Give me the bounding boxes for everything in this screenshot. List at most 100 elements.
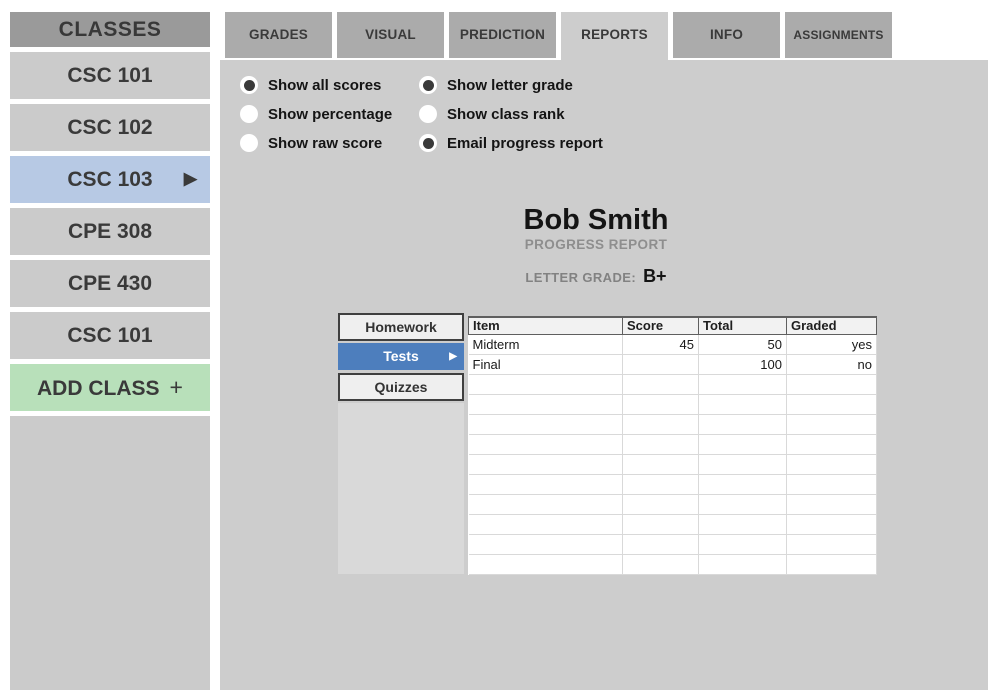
cell-score xyxy=(623,394,699,414)
radio-show-percentage[interactable]: Show percentage xyxy=(240,105,392,123)
radio-button-icon[interactable] xyxy=(240,76,258,94)
report-header: Bob Smith PROGRESS REPORT LETTER GRADE: … xyxy=(220,204,972,287)
radio-label: Show letter grade xyxy=(447,77,573,94)
category-tab-quizzes[interactable]: Quizzes xyxy=(338,373,464,401)
letter-grade-line: LETTER GRADE: B+ xyxy=(220,266,972,287)
cell-graded: yes xyxy=(787,334,877,354)
cell-graded xyxy=(787,494,877,514)
cell-item: Midterm xyxy=(469,334,623,354)
radio-show-all-scores[interactable]: Show all scores xyxy=(240,76,392,94)
tab-visual[interactable]: VISUAL xyxy=(337,12,444,58)
column-header-graded: Graded xyxy=(787,317,877,334)
cell-item xyxy=(469,534,623,554)
sidebar-empty-area xyxy=(10,416,210,690)
class-label: CPE 430 xyxy=(68,272,152,295)
class-label: CSC 101 xyxy=(67,324,152,347)
radio-show-class-rank[interactable]: Show class rank xyxy=(419,105,603,123)
cell-item xyxy=(469,514,623,534)
classes-sidebar: CLASSES CSC 101 CSC 102 CSC 103 ▶ CPE 30… xyxy=(10,12,210,690)
table-row: Midterm 45 50 yes xyxy=(469,334,877,354)
table-row: Final 100 no xyxy=(469,354,877,374)
class-label: CSC 102 xyxy=(67,116,152,139)
cell-total xyxy=(699,534,787,554)
cell-graded xyxy=(787,414,877,434)
cell-score xyxy=(623,454,699,474)
score-options-column: Show all scores Show percentage Show raw… xyxy=(240,76,392,163)
table-row xyxy=(469,494,877,514)
radio-button-icon[interactable] xyxy=(419,105,437,123)
table-row xyxy=(469,554,877,574)
sidebar-item-cpe-430[interactable]: CPE 430 xyxy=(10,260,210,307)
letter-grade-label: LETTER GRADE: xyxy=(525,270,636,285)
tab-info[interactable]: INFO xyxy=(673,12,780,58)
cell-item xyxy=(469,374,623,394)
classes-header: CLASSES xyxy=(10,12,210,47)
table-row xyxy=(469,394,877,414)
cell-total xyxy=(699,474,787,494)
sidebar-item-csc-102[interactable]: CSC 102 xyxy=(10,104,210,151)
radio-email-progress-report[interactable]: Email progress report xyxy=(419,134,603,152)
selected-class-arrow-icon: ▶ xyxy=(184,156,197,203)
radio-label: Show percentage xyxy=(268,106,392,123)
tab-grades[interactable]: GRADES xyxy=(225,12,332,58)
cell-total xyxy=(699,374,787,394)
radio-label: Show all scores xyxy=(268,77,381,94)
cell-score xyxy=(623,554,699,574)
cell-total xyxy=(699,454,787,474)
add-class-label: ADD CLASS xyxy=(37,377,160,400)
cell-total xyxy=(699,434,787,454)
cell-total: 50 xyxy=(699,334,787,354)
cell-total xyxy=(699,414,787,434)
cell-total: 100 xyxy=(699,354,787,374)
radio-show-letter-grade[interactable]: Show letter grade xyxy=(419,76,603,94)
radio-button-icon[interactable] xyxy=(419,134,437,152)
cell-item xyxy=(469,494,623,514)
radio-button-icon[interactable] xyxy=(419,76,437,94)
cell-score xyxy=(623,494,699,514)
plus-icon: + xyxy=(170,374,183,400)
tab-reports[interactable]: REPORTS xyxy=(561,12,668,61)
class-label: CPE 308 xyxy=(68,220,152,243)
table-row xyxy=(469,454,877,474)
reports-panel: Show all scores Show percentage Show raw… xyxy=(220,60,988,690)
cell-graded: no xyxy=(787,354,877,374)
add-class-button[interactable]: ADD CLASS + xyxy=(10,364,210,411)
radio-button-icon[interactable] xyxy=(240,105,258,123)
tab-prediction[interactable]: PREDICTION xyxy=(449,12,556,58)
radio-button-icon[interactable] xyxy=(240,134,258,152)
table-header-row: Item Score Total Graded xyxy=(469,317,877,334)
cell-score xyxy=(623,434,699,454)
student-name: Bob Smith xyxy=(220,204,972,236)
cell-score xyxy=(623,534,699,554)
sidebar-item-cpe-308[interactable]: CPE 308 xyxy=(10,208,210,255)
category-tab-homework[interactable]: Homework xyxy=(338,313,464,341)
cell-graded xyxy=(787,534,877,554)
cell-total xyxy=(699,394,787,414)
sidebar-item-csc-103[interactable]: CSC 103 ▶ xyxy=(10,156,210,203)
cell-item xyxy=(469,394,623,414)
column-header-item: Item xyxy=(469,317,623,334)
sidebar-item-csc-101-2[interactable]: CSC 101 xyxy=(10,312,210,359)
category-tab-filler-panel xyxy=(338,403,464,574)
cell-graded xyxy=(787,474,877,494)
radio-label: Show raw score xyxy=(268,135,382,152)
cell-total xyxy=(699,494,787,514)
cell-total xyxy=(699,554,787,574)
table-row xyxy=(469,534,877,554)
table-row xyxy=(469,474,877,494)
cell-item xyxy=(469,414,623,434)
tab-assignments[interactable]: ASSIGNMENTS xyxy=(785,12,892,58)
cell-score xyxy=(623,514,699,534)
category-tab-tests[interactable]: Tests ▶ xyxy=(338,343,464,370)
radio-show-raw-score[interactable]: Show raw score xyxy=(240,134,392,152)
cell-item xyxy=(469,554,623,574)
cell-score xyxy=(623,374,699,394)
category-tab-label: Quizzes xyxy=(375,379,428,395)
class-label: CSC 103 xyxy=(67,168,152,191)
sidebar-item-csc-101[interactable]: CSC 101 xyxy=(10,52,210,99)
cell-item xyxy=(469,454,623,474)
cell-graded xyxy=(787,394,877,414)
report-table: Item Score Total Graded Midterm 45 50 ye… xyxy=(468,316,877,575)
cell-score xyxy=(623,474,699,494)
cell-item: Final xyxy=(469,354,623,374)
